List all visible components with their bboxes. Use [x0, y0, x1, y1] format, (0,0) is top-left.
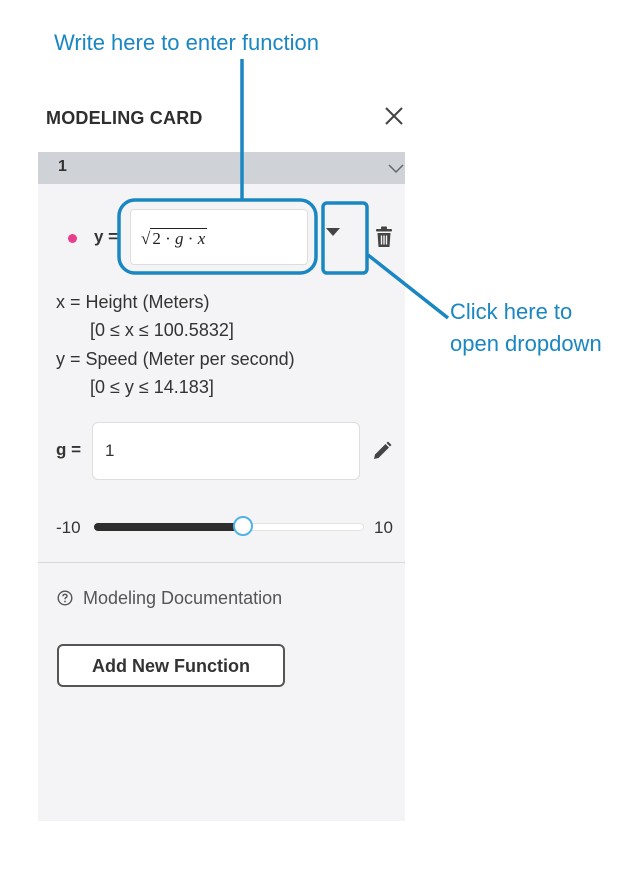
y-variable-range: [0 ≤ y ≤ 14.183]	[90, 377, 214, 397]
param-g-input[interactable]: 1	[92, 422, 360, 480]
add-new-function-button[interactable]: Add New Function	[57, 644, 285, 687]
x-variable-description: x = Height (Meters)	[56, 292, 210, 312]
chevron-down-icon[interactable]	[387, 160, 405, 176]
divider	[38, 562, 405, 563]
annotation-line-1: Click here to	[450, 299, 573, 324]
x-variable-range: [0 ≤ x ≤ 100.5832]	[90, 320, 234, 340]
annotation-open-dropdown: Click here to open dropdown	[450, 296, 602, 360]
pencil-icon[interactable]	[371, 440, 393, 462]
card-title: MODELING CARD	[46, 108, 203, 128]
slider-max-label: 10	[374, 518, 393, 537]
card-header: MODELING CARD	[38, 96, 405, 152]
dropdown-arrow-icon[interactable]	[326, 227, 340, 237]
annotation-line-2: open dropdown	[450, 331, 602, 356]
function-input[interactable]: √ 2 · g · x	[130, 209, 308, 265]
series-color-dot	[68, 234, 77, 243]
param-g-label: g =	[56, 440, 82, 459]
slider-min-label: -10	[56, 518, 81, 537]
function-section-header[interactable]: 1	[38, 152, 405, 184]
sqrt-symbol: √	[141, 229, 151, 248]
annotation-enter-function: Write here to enter function	[54, 30, 319, 55]
y-variable-description: y = Speed (Meter per second)	[56, 349, 295, 369]
close-icon[interactable]	[383, 105, 405, 127]
param-g-value: 1	[105, 441, 115, 460]
trash-icon[interactable]	[374, 226, 394, 248]
slider-thumb[interactable]	[232, 516, 253, 536]
radicand: 2 · g · x	[150, 228, 208, 248]
modeling-documentation-link[interactable]: Modeling Documentation	[83, 588, 282, 609]
slider-fill	[94, 523, 243, 531]
section-number: 1	[58, 158, 67, 175]
help-circle-icon	[57, 590, 73, 606]
function-expression: √ 2 · g · x	[141, 228, 208, 249]
function-lhs-label: y =	[94, 227, 119, 246]
modeling-card: MODELING CARD 1 y = √ 2 · g · x x = Heigh…	[38, 96, 405, 821]
